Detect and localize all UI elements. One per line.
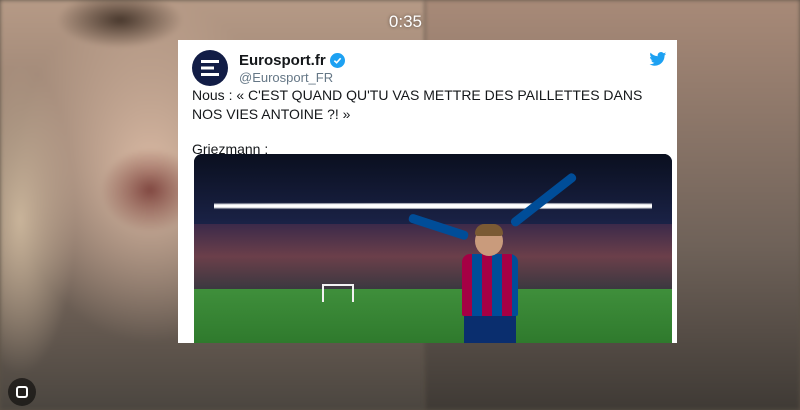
tweet-header: Eurosport.fr @Eurosport_FR [192, 48, 667, 88]
account-name[interactable]: Eurosport.fr [239, 52, 326, 69]
tweet-text-line1: Nous : « C'EST QUAND QU'TU VAS METTRE DE… [192, 87, 643, 122]
account-handle[interactable]: @Eurosport_FR [239, 70, 333, 85]
tweet-media-image[interactable] [194, 154, 672, 343]
instagram-icon[interactable] [8, 378, 36, 406]
verified-badge-icon [329, 53, 345, 68]
video-timer: 0:35 [388, 12, 422, 31]
tweet-text: Nous : « C'EST QUAND QU'TU VAS METTRE DE… [192, 86, 647, 159]
tweet-card[interactable]: Eurosport.fr @Eurosport_FR Nous : « C'ES… [178, 40, 677, 343]
eurosport-logo-icon[interactable] [192, 50, 228, 86]
player-figure [462, 254, 518, 316]
twitter-bird-icon[interactable] [649, 52, 667, 72]
